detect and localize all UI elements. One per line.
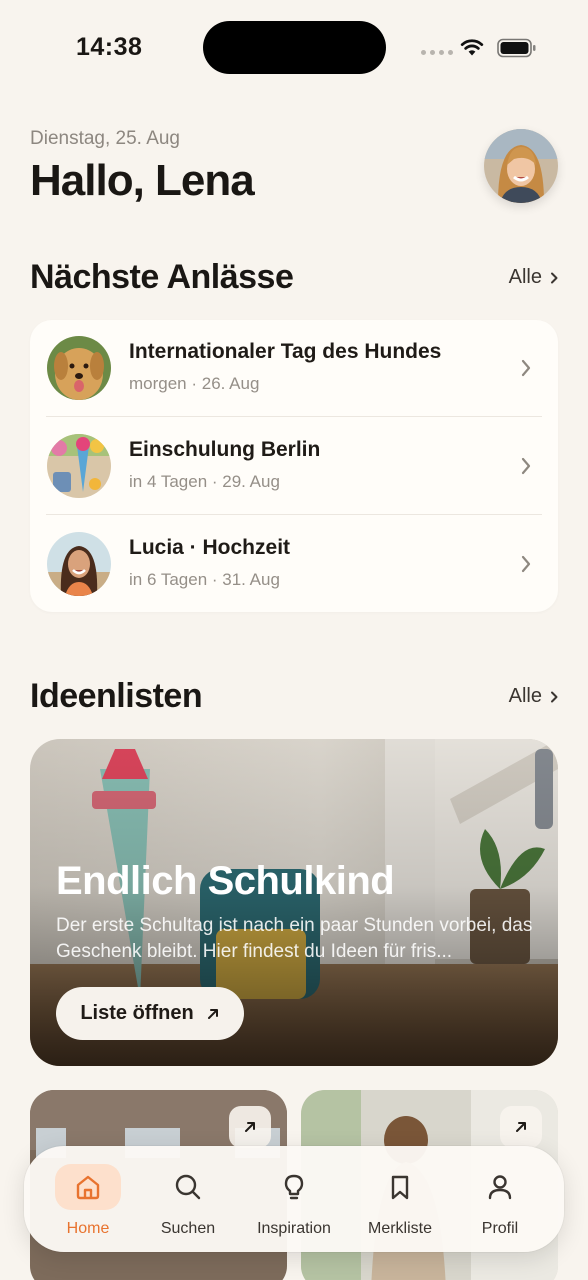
- event-row[interactable]: Einschulung Berlin in 4 Tagen · 29. Aug: [46, 418, 542, 516]
- tab-profile[interactable]: Profil: [448, 1146, 552, 1252]
- open-list-button[interactable]: Liste öffnen: [56, 987, 244, 1040]
- divider: [46, 514, 542, 515]
- tab-label: Inspiration: [257, 1220, 331, 1237]
- chevron-right-icon: [521, 359, 531, 377]
- tab-label: Profil: [481, 1220, 519, 1237]
- profile-avatar[interactable]: [484, 129, 558, 203]
- events-see-all-link[interactable]: Alle: [509, 266, 558, 289]
- tab-home[interactable]: Home: [36, 1146, 140, 1252]
- event-row[interactable]: Internationaler Tag des Hundes morgen · …: [46, 320, 542, 418]
- lucia-photo: [47, 532, 111, 596]
- idea-card-open-button[interactable]: [500, 1106, 542, 1148]
- cellular-signal-icon: [421, 50, 453, 55]
- idea-card-open-button[interactable]: [229, 1106, 271, 1148]
- arrow-up-right-icon: [516, 1122, 526, 1132]
- tab-bar: Home Suchen Inspiration Merkliste Profil: [24, 1146, 564, 1252]
- hero-description: Der erste Schultag ist nach ein paar Stu…: [56, 915, 533, 962]
- events-section-title: Nächste Anlässe: [30, 258, 294, 296]
- open-list-label: Liste öffnen: [80, 1002, 194, 1024]
- tab-label: Suchen: [160, 1220, 216, 1237]
- chevron-right-icon: [551, 272, 558, 283]
- dynamic-island: [203, 21, 386, 74]
- events-card: Internationaler Tag des Hundes morgen · …: [30, 320, 558, 612]
- search-icon: [155, 1164, 221, 1210]
- dog-photo: [47, 336, 111, 400]
- battery-icon: [497, 38, 536, 58]
- tab-label: Home: [66, 1220, 110, 1237]
- school-cone-photo: [47, 434, 111, 498]
- bookmark-icon: [367, 1164, 433, 1210]
- event-subtitle: in 4 Tagen · 29. Aug: [129, 472, 280, 491]
- wifi-icon: [460, 39, 484, 56]
- tab-inspiration[interactable]: Inspiration: [242, 1146, 346, 1252]
- chevron-right-icon: [551, 691, 558, 702]
- ideas-see-all-label: Alle: [508, 685, 542, 707]
- tab-search[interactable]: Suchen: [136, 1146, 240, 1252]
- event-title: Internationaler Tag des Hundes: [129, 340, 442, 363]
- arrow-up-right-icon: [207, 1008, 218, 1019]
- tab-label: Merkliste: [367, 1220, 432, 1237]
- person-icon: [467, 1164, 533, 1210]
- tab-bookmarks[interactable]: Merkliste: [348, 1146, 452, 1252]
- ideas-section-title: Ideenlisten: [30, 677, 203, 715]
- divider: [46, 416, 542, 417]
- date-label: Dienstag, 25. Aug: [30, 128, 180, 149]
- event-title: Lucia · Hochzeit: [129, 536, 291, 559]
- greeting-title: Hallo, Lena: [30, 156, 255, 205]
- ideas-see-all-link[interactable]: Alle: [509, 685, 558, 708]
- hero-title: Endlich Schulkind: [56, 859, 395, 903]
- events-see-all-label: Alle: [508, 266, 542, 288]
- chevron-right-icon: [521, 457, 531, 475]
- event-subtitle: in 6 Tagen · 31. Aug: [129, 570, 280, 589]
- event-row[interactable]: Lucia · Hochzeit in 6 Tagen · 31. Aug: [46, 516, 542, 614]
- status-bar: 14:38: [0, 0, 588, 96]
- event-title: Einschulung Berlin: [129, 438, 321, 461]
- arrow-up-right-icon: [245, 1122, 255, 1132]
- chevron-right-icon: [521, 555, 531, 573]
- home-icon: [55, 1164, 121, 1210]
- status-time: 14:38: [76, 33, 143, 61]
- ideas-hero-card[interactable]: Endlich Schulkind Der erste Schultag ist…: [30, 739, 558, 1066]
- event-subtitle: morgen · 26. Aug: [129, 374, 260, 393]
- lightbulb-icon: [261, 1164, 327, 1210]
